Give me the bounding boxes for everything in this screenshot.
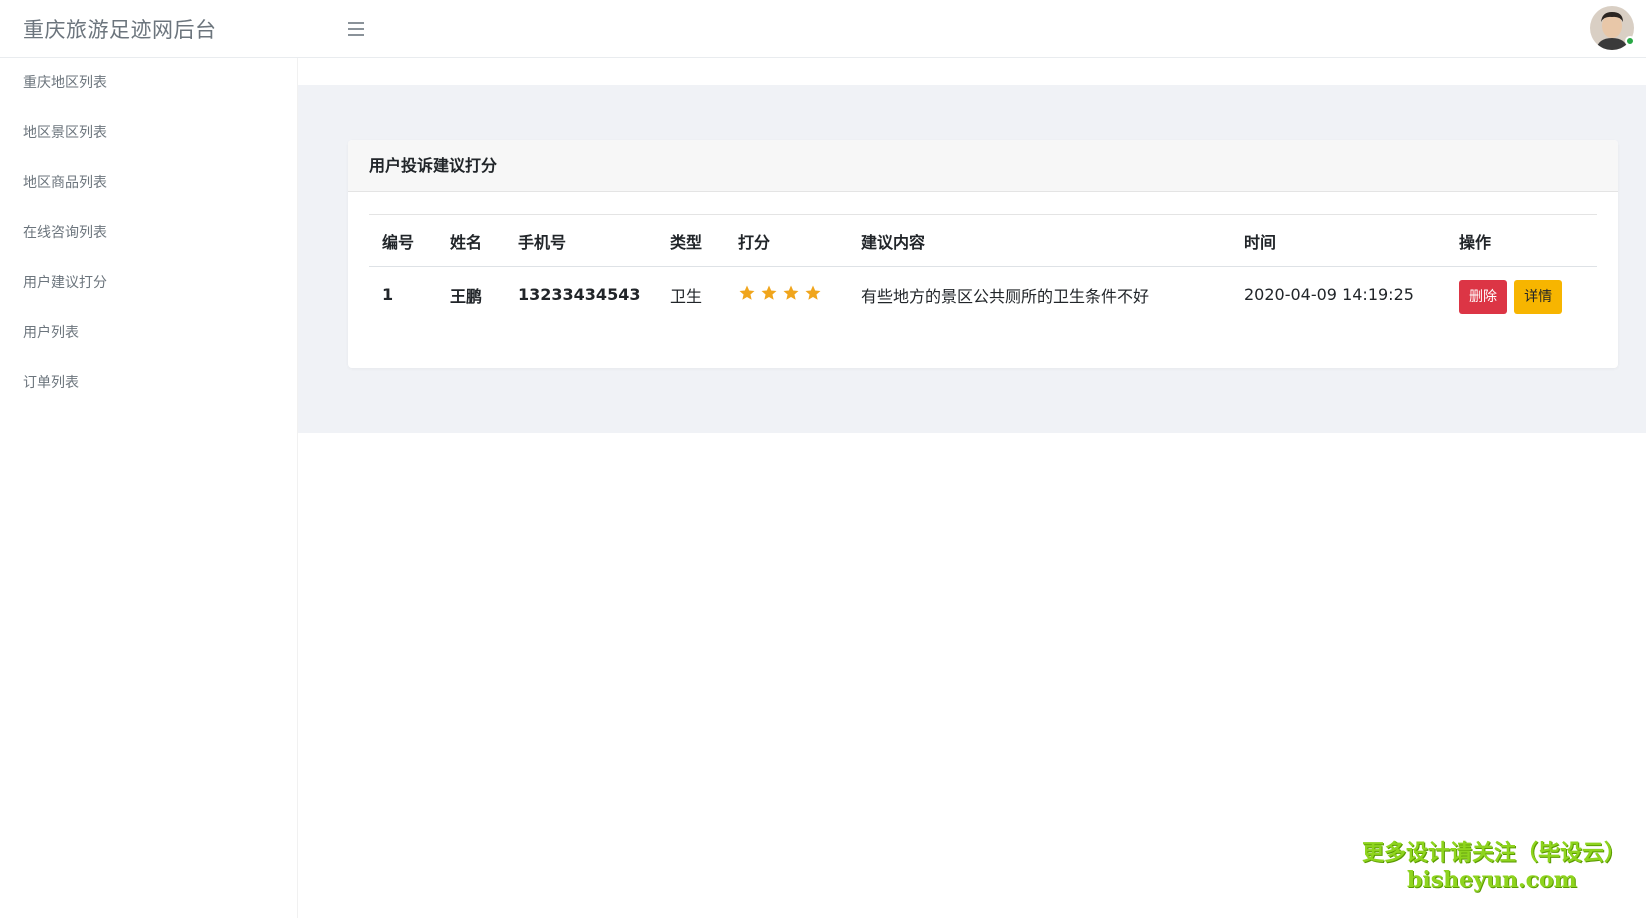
cell-rating	[725, 267, 848, 323]
app-title: 重庆旅游足迹网后台	[23, 18, 217, 42]
watermark: 更多设计请关注（毕设云） bisheyun.com	[1362, 840, 1627, 894]
cell-content: 有些地方的景区公共厕所的卫生条件不好	[861, 286, 1150, 306]
suggestion-card: 用户投诉建议打分 编号 姓名 手机号 类型 打分 建议内容 时间 操作 1 王鹏…	[348, 140, 1618, 368]
sidebar-item-goods-list[interactable]: 地区商品列表	[0, 158, 297, 208]
star-icon	[761, 285, 777, 300]
card-title: 用户投诉建议打分	[348, 140, 1618, 192]
table-row: 1 王鹏 13233434543 卫生 有些地方的景区公共厕所的卫生条件不好 2…	[369, 267, 1597, 323]
delete-button[interactable]: 删除	[1459, 279, 1507, 314]
suggestion-table: 编号 姓名 手机号 类型 打分 建议内容 时间 操作 1 王鹏 13233434…	[369, 214, 1597, 323]
column-header-type: 类型	[657, 214, 725, 267]
detail-button[interactable]: 详情	[1514, 279, 1563, 314]
watermark-line2: bisheyun.com	[1407, 867, 1577, 893]
column-header-name: 姓名	[437, 214, 505, 267]
sidebar-item-suggestion-rating[interactable]: 用户建议打分	[0, 258, 297, 308]
sidebar-item-consult-list[interactable]: 在线咨询列表	[0, 208, 297, 258]
watermark-line1: 更多设计请关注（毕设云）	[1362, 841, 1627, 866]
top-bar: 重庆旅游足迹网后台	[0, 0, 1646, 58]
cell-actions: 删除 详情	[1446, 267, 1597, 323]
column-header-id: 编号	[369, 214, 437, 267]
cell-phone: 13233434543	[518, 285, 641, 305]
column-header-rating: 打分	[725, 214, 848, 267]
column-header-time: 时间	[1231, 214, 1446, 267]
rating-stars	[738, 284, 822, 302]
star-icon	[783, 285, 799, 300]
cell-id: 1	[382, 285, 394, 305]
sidebar-item-user-list[interactable]: 用户列表	[0, 308, 297, 358]
column-header-phone: 手机号	[505, 214, 657, 267]
cell-name: 王鹏	[450, 286, 483, 306]
column-header-content: 建议内容	[848, 214, 1231, 267]
cell-type: 卫生	[670, 286, 703, 306]
star-icon	[739, 285, 755, 300]
cell-time: 2020-04-09 14:19:25	[1244, 285, 1414, 305]
online-status-dot	[1625, 36, 1635, 46]
hamburger-icon[interactable]	[348, 22, 364, 36]
column-header-actions: 操作	[1446, 214, 1597, 267]
main-content: 用户投诉建议打分 编号 姓名 手机号 类型 打分 建议内容 时间 操作 1 王鹏…	[298, 85, 1646, 433]
sidebar-item-scenic-list[interactable]: 地区景区列表	[0, 108, 297, 158]
sidebar-item-order-list[interactable]: 订单列表	[0, 358, 297, 408]
sidebar-item-region-list[interactable]: 重庆地区列表	[0, 58, 297, 108]
star-icon	[805, 285, 821, 300]
sidebar: 重庆地区列表 地区景区列表 地区商品列表 在线咨询列表 用户建议打分 用户列表 …	[0, 58, 298, 918]
table-header-row: 编号 姓名 手机号 类型 打分 建议内容 时间 操作	[369, 214, 1597, 267]
